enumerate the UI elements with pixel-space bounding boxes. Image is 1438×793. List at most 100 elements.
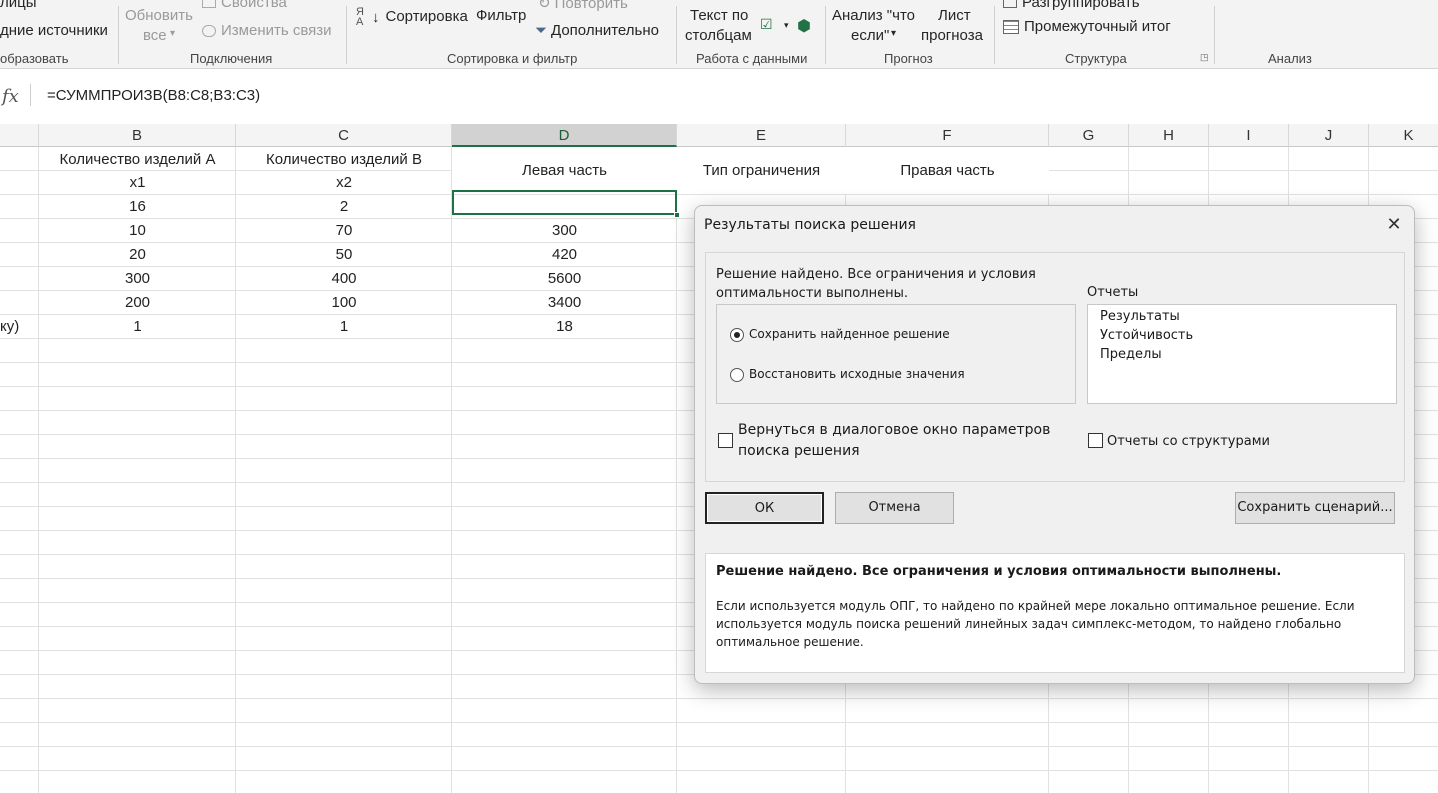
sort-button[interactable]: Я А ↓ Сортировка <box>356 6 468 28</box>
reapply-button[interactable]: ↻ Повторить <box>538 0 628 12</box>
cell-d4[interactable]: 300 <box>452 219 677 242</box>
ungroup-button[interactable]: Разгруппировать <box>1003 0 1140 11</box>
funnel-icon: ⏷ <box>535 22 548 39</box>
group-label-transform: образовать <box>0 51 69 66</box>
cell-b3[interactable]: 16 <box>39 195 236 218</box>
column-header-d[interactable]: D <box>452 124 677 147</box>
status-message: Решение найдено. Все ограничения и услов… <box>716 267 1036 301</box>
return-to-params-checkbox[interactable] <box>718 433 733 448</box>
report-item-limits[interactable]: Пределы <box>1100 345 1384 364</box>
cell-b7[interactable]: 200 <box>39 291 236 314</box>
subtotal-icon <box>1003 20 1019 35</box>
column-header-e[interactable]: E <box>677 124 846 147</box>
sort-az-icon: ЯА <box>356 6 364 28</box>
gridline <box>1049 170 1438 171</box>
gridline <box>0 746 1438 747</box>
formula-input[interactable]: =СУММПРОИЗВ(B8:C8;B3:C3) <box>47 87 260 104</box>
column-header-b[interactable]: B <box>39 124 236 147</box>
column-header-c[interactable]: C <box>236 124 452 147</box>
column-header-f[interactable]: F <box>846 124 1049 147</box>
keep-solution-label: Сохранить найденное решение <box>749 327 950 341</box>
cell-a8[interactable]: ку) <box>0 315 38 338</box>
ok-button[interactable]: ОК <box>705 492 824 524</box>
cell-b6[interactable]: 300 <box>39 267 236 290</box>
chevron-down-icon: ▾ <box>891 28 897 39</box>
advanced-label: Дополнительно <box>551 22 659 39</box>
dialog-launcher-icon[interactable]: ◳ <box>1200 52 1209 63</box>
column-header-j[interactable]: J <box>1289 124 1369 147</box>
formula-bar: fx =СУММПРОИЗВ(B8:C8;B3:C3) <box>0 69 1438 124</box>
return-to-params-label: Вернуться в диалоговое окно параметров п… <box>738 422 1051 459</box>
outline-reports-checkbox[interactable] <box>1088 433 1103 448</box>
what-if-label-2[interactable]: если" <box>851 27 889 44</box>
properties-button[interactable]: Свойства <box>202 0 287 11</box>
recent-sources-button[interactable]: дние источники <box>0 22 108 39</box>
cell-c7[interactable]: 100 <box>236 291 452 314</box>
forecast-sheet-button[interactable]: Лист <box>938 7 971 24</box>
group-label-forecast: Прогноз <box>884 51 933 66</box>
cell-d8[interactable]: 18 <box>452 315 677 338</box>
cell-b1[interactable]: Количество изделий А <box>39 148 236 171</box>
column-header-i[interactable]: I <box>1209 124 1289 147</box>
radio-selected-icon[interactable] <box>730 327 744 342</box>
group-separator <box>994 6 995 64</box>
restore-values-option[interactable]: Восстановить исходные значения <box>730 367 965 382</box>
cell-d5[interactable]: 420 <box>452 243 677 266</box>
data-model-icon[interactable]: ⬢ <box>797 16 811 36</box>
cell-c5[interactable]: 50 <box>236 243 452 266</box>
reports-listbox[interactable]: Результаты Устойчивость Пределы <box>1087 304 1397 404</box>
cell-b8[interactable]: 1 <box>39 315 236 338</box>
cell-c8[interactable]: 1 <box>236 315 452 338</box>
fill-handle[interactable] <box>674 212 680 218</box>
subtotal-button[interactable]: Промежуточный итог <box>1003 18 1171 35</box>
group-label-analysis: Анализ <box>1268 51 1312 66</box>
cell-c1[interactable]: Количество изделий В <box>236 148 452 171</box>
sort-arrow-icon: ↓ <box>372 8 380 26</box>
filter-button[interactable]: Фильтр <box>476 7 526 24</box>
cell-c4[interactable]: 70 <box>236 219 452 242</box>
keep-solution-option[interactable]: Сохранить найденное решение <box>730 327 950 342</box>
data-validation-icon[interactable]: ☑ <box>760 16 773 33</box>
info-panel: Решение найдено. Все ограничения и услов… <box>705 553 1405 673</box>
cell-b4[interactable]: 10 <box>39 219 236 242</box>
save-scenario-button[interactable]: Сохранить сценарий... <box>1235 492 1395 524</box>
ungroup-icon <box>1003 0 1017 9</box>
text-to-columns-label-2[interactable]: столбцам <box>685 27 752 44</box>
dialog-title: Результаты поиска решения <box>704 217 916 233</box>
cancel-button[interactable]: Отмена <box>835 492 954 524</box>
refresh-all-button[interactable]: Обновить <box>125 7 193 24</box>
ribbon: лицы дние источники Обновить все ▾ Свойс… <box>0 0 1438 69</box>
function-icon[interactable]: fx <box>2 86 19 107</box>
radio-unselected-icon[interactable] <box>730 367 744 382</box>
report-item-sensitivity[interactable]: Устойчивость <box>1100 326 1384 345</box>
cell-b5[interactable]: 20 <box>39 243 236 266</box>
column-header-a[interactable] <box>0 124 39 147</box>
cell-d7[interactable]: 3400 <box>452 291 677 314</box>
info-body: Если используется модуль ОПГ, то найдено… <box>716 599 1355 649</box>
what-if-button[interactable]: Анализ "что <box>832 7 915 24</box>
advanced-filter-button[interactable]: ⏷ Дополнительно <box>535 22 659 39</box>
outline-reports-label: Отчеты со структурами <box>1107 434 1270 449</box>
forecast-sheet-label-2[interactable]: прогноза <box>921 27 983 44</box>
cell-c2[interactable]: x2 <box>236 171 452 194</box>
text-to-columns-button[interactable]: Текст по <box>690 7 748 24</box>
cell-e1[interactable]: Тип ограничения <box>677 147 846 194</box>
edit-links-label: Изменить связи <box>221 22 332 39</box>
cell-b2[interactable]: x1 <box>39 171 236 194</box>
cell-d1[interactable]: Левая часть <box>452 147 677 194</box>
cell-c3[interactable]: 2 <box>236 195 452 218</box>
close-icon[interactable]: ✕ <box>1381 214 1407 236</box>
reapply-icon: ↻ <box>538 0 551 12</box>
tables-button[interactable]: лицы <box>0 0 37 11</box>
cell-f1[interactable]: Правая часть <box>846 147 1049 194</box>
edit-links-button[interactable]: Изменить связи <box>202 22 332 39</box>
link-icon <box>202 25 216 38</box>
cell-c6[interactable]: 400 <box>236 267 452 290</box>
report-item-results[interactable]: Результаты <box>1100 307 1384 326</box>
column-header-h[interactable]: H <box>1129 124 1209 147</box>
refresh-all-label-2[interactable]: все <box>143 27 167 44</box>
cell-d6[interactable]: 5600 <box>452 267 677 290</box>
column-header-k[interactable]: K <box>1369 124 1438 147</box>
group-separator <box>676 6 677 64</box>
column-header-g[interactable]: G <box>1049 124 1129 147</box>
